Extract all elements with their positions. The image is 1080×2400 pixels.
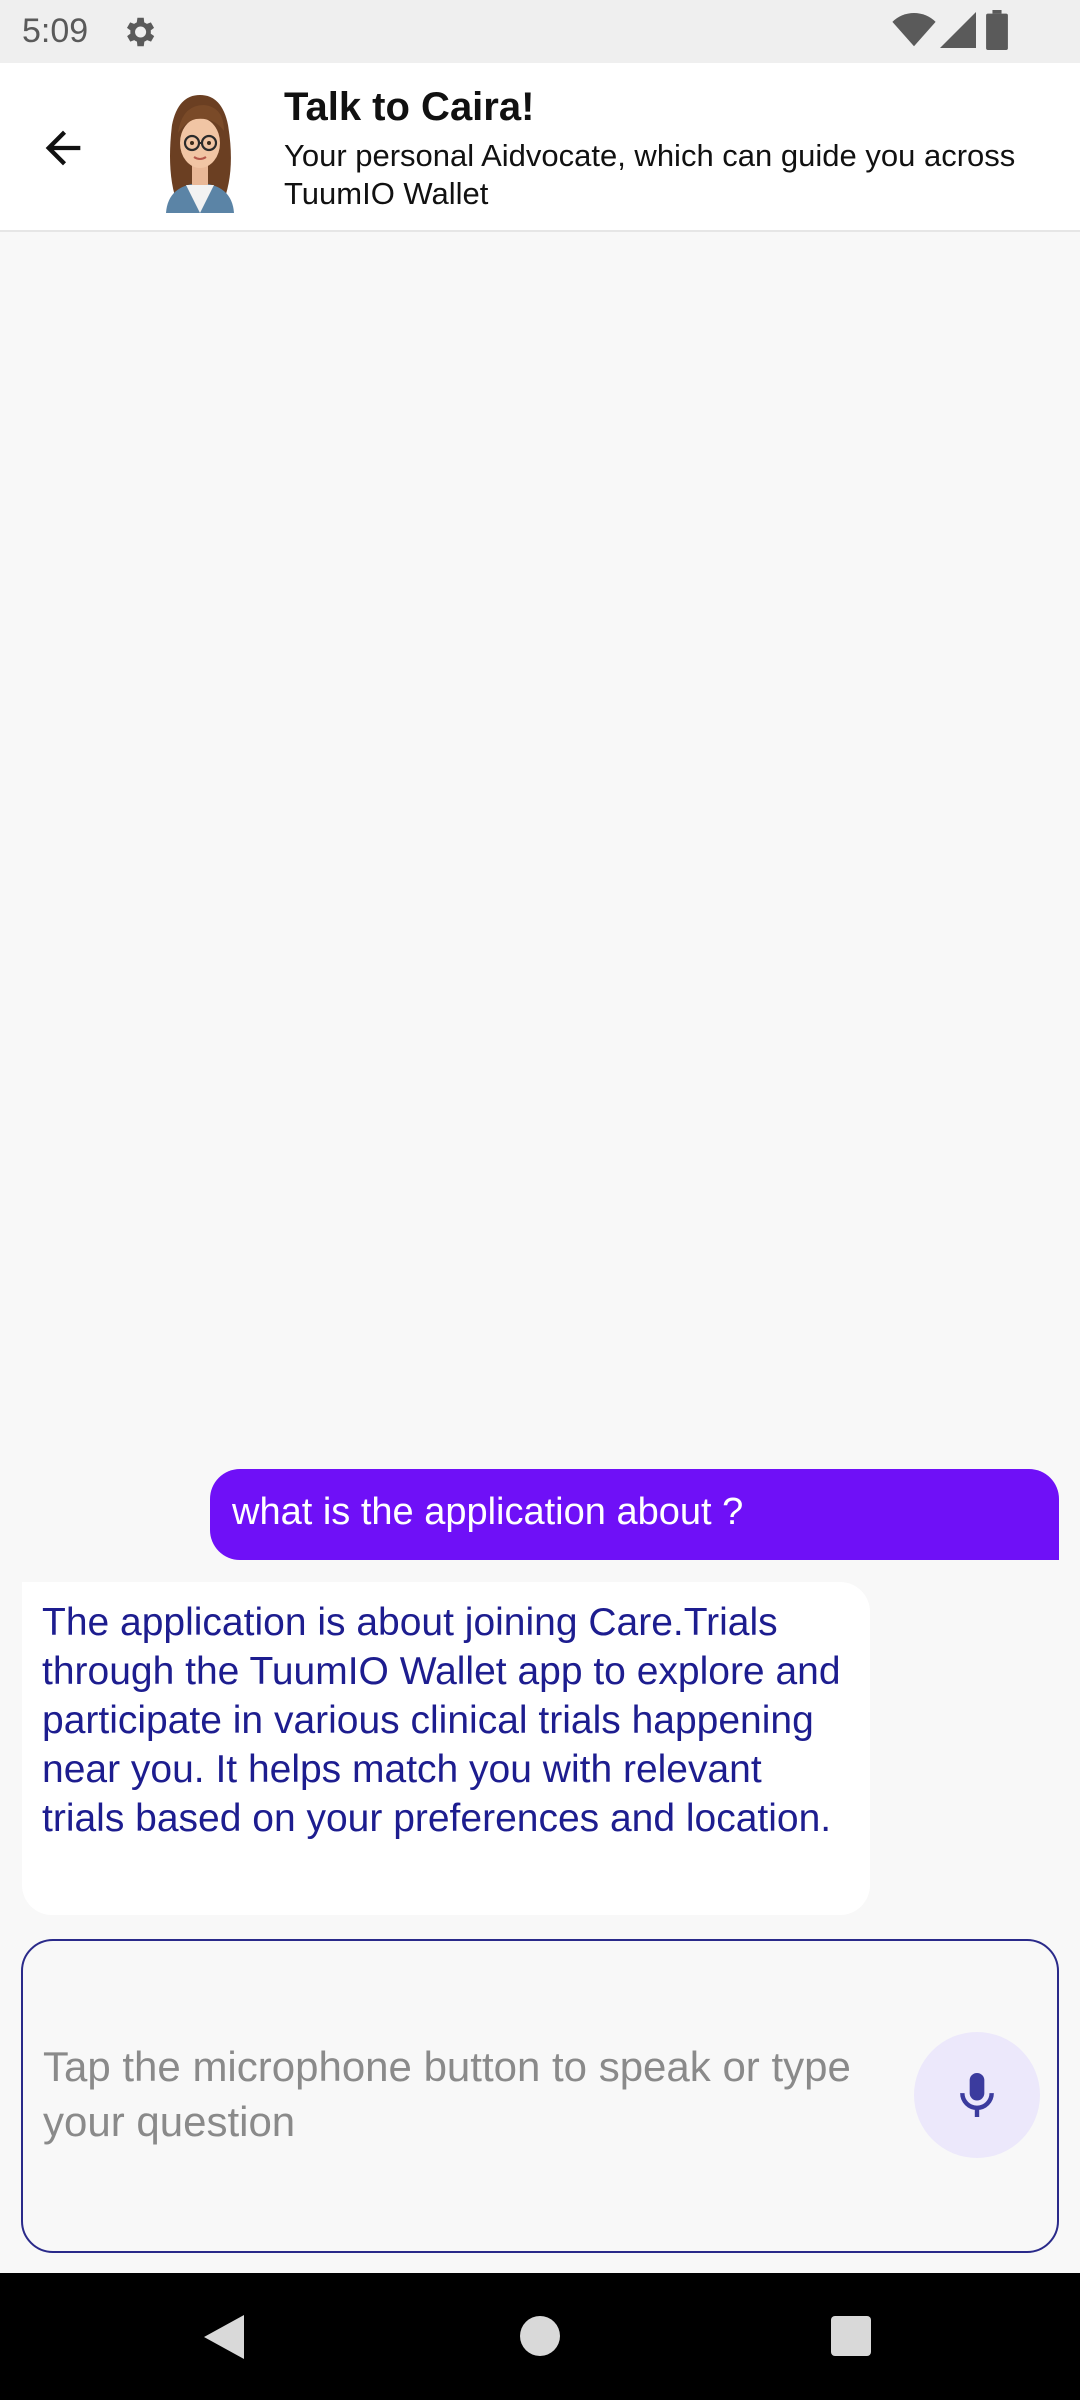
assistant-message-bubble: The application is about joining Care.Tr… (22, 1582, 870, 1915)
nav-back-icon[interactable] (200, 2313, 246, 2361)
microphone-button[interactable] (914, 2032, 1040, 2158)
microphone-icon (960, 2073, 994, 2117)
user-message-bubble: what is the application about ? (210, 1469, 1059, 1560)
status-time: 5:09 (22, 12, 89, 50)
settings-icon (126, 17, 155, 47)
chat-title: Talk to Caira! (284, 85, 535, 129)
question-input[interactable]: Tap the microphone button to speak or ty… (21, 1939, 1059, 2253)
arrow-left-icon (45, 130, 81, 166)
status-bar: 5:09 (0, 0, 1080, 63)
battery-icon (986, 10, 1008, 50)
system-nav-bar (0, 2273, 1080, 2400)
signal-icon (940, 12, 976, 48)
status-icons (880, 10, 1080, 52)
chat-subtitle: Your personal Aidvocate, which can guide… (284, 138, 1016, 211)
nav-home-icon[interactable] (520, 2316, 560, 2356)
chat-screen: 5:09 Talk to Caira! Your personal Aidvoc… (0, 0, 1080, 2400)
back-button[interactable] (28, 113, 98, 183)
chat-header: Talk to Caira! Your personal Aidvocate, … (0, 63, 1080, 232)
nav-recents-icon[interactable] (831, 2316, 871, 2356)
input-placeholder: Tap the microphone button to speak or ty… (43, 2043, 851, 2145)
wifi-icon (892, 12, 936, 47)
caira-avatar (166, 95, 234, 213)
